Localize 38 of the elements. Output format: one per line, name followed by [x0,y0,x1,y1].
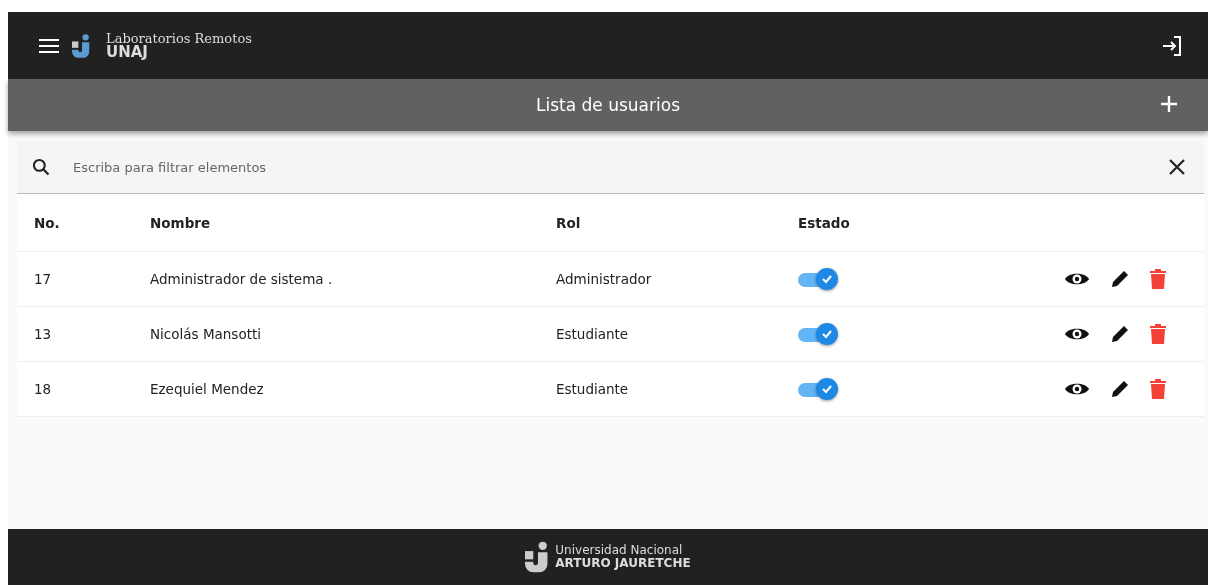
add-button[interactable] [1158,93,1180,115]
check-icon [821,383,833,395]
close-button[interactable] [1168,158,1186,176]
check-icon [821,328,833,340]
status-toggle[interactable] [798,378,838,400]
menu-button[interactable] [38,37,60,54]
edit-button[interactable] [1110,379,1130,399]
table-cell-text: 13 [34,326,53,342]
delete-button[interactable] [1150,324,1166,344]
delete-button[interactable] [1150,379,1166,399]
column-header: Rol [556,214,582,231]
table-cell-text: Estudiante [556,326,630,342]
search-bar[interactable]: Escriba para filtrar elementos [17,141,1204,194]
edit-button[interactable] [1110,324,1130,344]
table-cell-text: 18 [34,381,53,397]
search-field[interactable]: Escriba para filtrar elementos [71,158,1148,176]
delete-button[interactable] [1150,269,1166,289]
table-cell-text: Nicolás Mansotti [150,326,262,342]
app-name: Laboratorios Remotos [106,31,252,45]
login-button[interactable] [1160,33,1184,58]
status-toggle[interactable] [798,323,838,345]
table-cell-text: Administrador de sistema . [150,271,334,287]
logo-icon [72,32,92,59]
footer-text: Universidad Nacional [555,544,684,557]
search-icon [31,157,51,177]
table-cell-text: Estudiante [556,381,630,397]
column-header: Estado [798,214,851,231]
table-cell-text: 17 [34,271,53,287]
table-cell-text: Ezequiel Mendez [150,381,265,397]
check-icon [821,273,833,285]
table-cell-text: Administrador [556,271,653,287]
page-title: Lista de usuarios [536,95,680,115]
edit-button[interactable] [1110,269,1130,289]
column-header: No. [34,214,61,231]
brand-name: UNAJ [106,44,148,60]
footer-text: ARTURO JAURETCHE [555,557,691,570]
column-header: Nombre [150,214,212,231]
status-toggle[interactable] [798,268,838,290]
